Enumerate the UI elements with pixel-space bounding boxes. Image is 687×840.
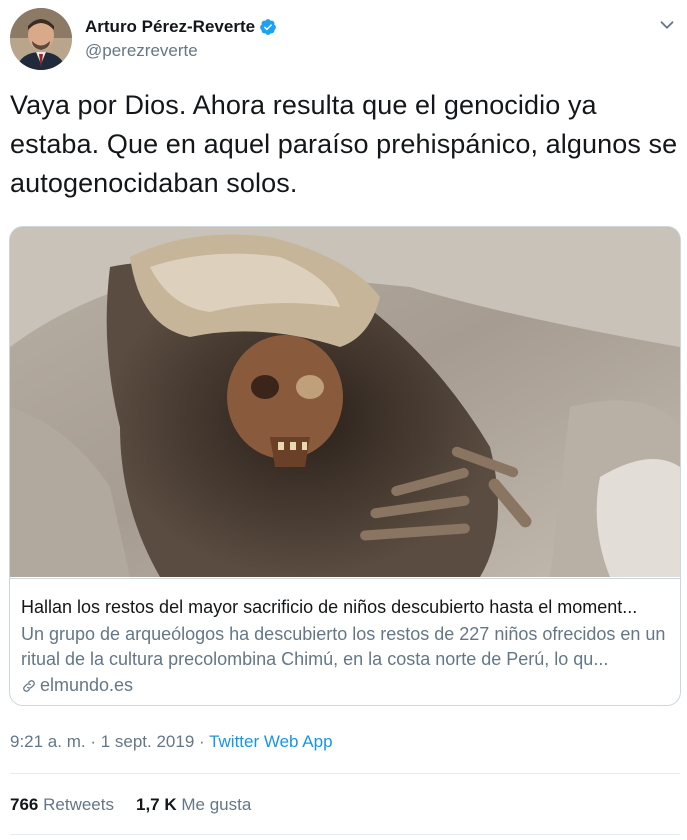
divider <box>10 773 680 774</box>
retweets-stat[interactable]: 766 Retweets <box>10 795 114 815</box>
likes-label: Me gusta <box>181 795 252 814</box>
card-meta[interactable]: Hallan los restos del mayor sacrificio d… <box>10 578 680 705</box>
card-domain-text[interactable]: elmundo.es <box>40 675 133 696</box>
retweets-label: Retweets <box>43 795 114 814</box>
author-name[interactable]: Arturo Pérez-Reverte <box>85 17 255 37</box>
retweets-count: 766 <box>10 795 39 814</box>
tweet-text: Vaya por Dios. Ahora resulta que el geno… <box>10 90 678 198</box>
avatar[interactable] <box>10 8 72 70</box>
likes-count: 1,7 K <box>135 795 177 814</box>
author-name-row[interactable]: Arturo Pérez-Reverte <box>85 17 277 37</box>
author-handle[interactable]: @perezreverte <box>85 41 198 61</box>
chevron-down-icon[interactable] <box>656 14 678 36</box>
card-description: Un grupo de arqueólogos ha descubierto l… <box>21 624 666 669</box>
source-app-link[interactable]: Twitter Web App <box>209 732 332 751</box>
divider <box>10 834 680 835</box>
tweet-stats: 766 Retweets 1,7 K Me gusta <box>10 795 273 815</box>
tweet-header: Arturo Pérez-Reverte @perezreverte <box>10 8 680 72</box>
link-card[interactable]: Hallan los restos del mayor sacrificio d… <box>9 226 681 706</box>
likes-stat[interactable]: 1,7 K Me gusta <box>136 795 251 815</box>
card-title[interactable]: Hallan los restos del mayor sacrificio d… <box>21 597 637 618</box>
card-image[interactable] <box>10 227 680 577</box>
link-icon <box>23 679 35 692</box>
tweet-time[interactable]: 9:21 a. m. · 1 sept. 2019 · <box>10 732 209 751</box>
tweet-timestamp: 9:21 a. m. · 1 sept. 2019 · Twitter Web … <box>10 732 333 752</box>
card-domain[interactable]: elmundo.es <box>21 675 133 696</box>
verified-badge-icon <box>260 19 276 35</box>
